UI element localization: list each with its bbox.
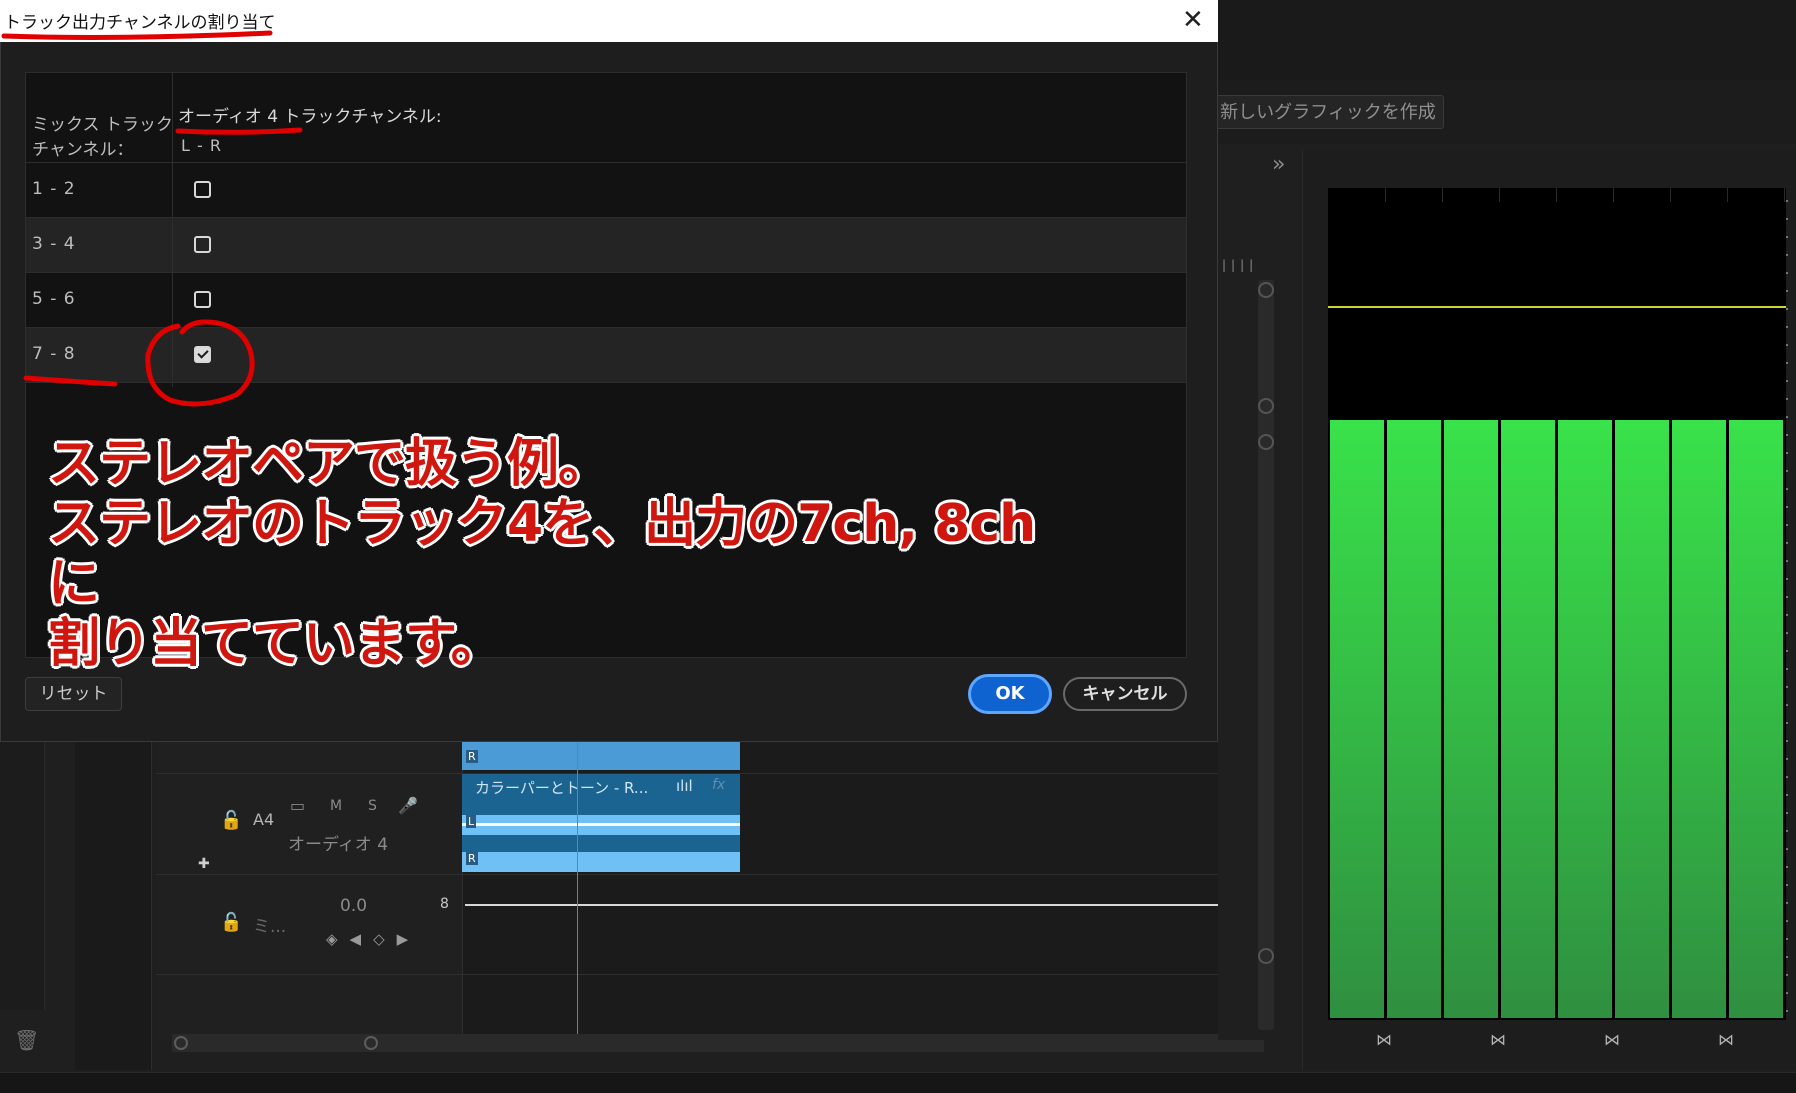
column-divider [172,73,173,387]
waveform-l-line [462,823,740,826]
timeline-scrollbar[interactable] [172,1034,1264,1052]
cancel-button[interactable]: キャンセル [1063,677,1187,711]
new-graphic-button[interactable]: 新しいグラフィックを作成 [1212,95,1444,129]
reset-button[interactable]: リセット [25,677,122,711]
table-row: 1 - 2 [26,163,1186,218]
waveform-icon: ılıl [676,777,693,795]
meter-bar-4 [1501,420,1555,1018]
lock-icon[interactable]: 🔓 [220,810,242,831]
meter-bar-8 [1729,420,1783,1018]
meter-divider [1670,188,1671,202]
meter-bar-7 [1672,420,1726,1018]
table-row: 7 - 8 [26,328,1186,383]
meter-bar-3 [1444,420,1498,1018]
mute-button[interactable]: M [330,798,342,814]
meter-bar-6 [1615,420,1669,1018]
channel-pair-label: 1 - 2 [32,179,76,199]
vertical-scrollbar[interactable] [1258,280,1274,1030]
lock-icon[interactable]: 🔓 [220,912,242,933]
meter-bar-5 [1558,420,1612,1018]
bowtie-icon[interactable]: ⋈ [1718,1030,1734,1049]
meter-bar-2 [1387,420,1441,1018]
meter-divider [1556,188,1557,202]
track-channel-header: オーディオ 4 トラックチャンネル: [178,107,442,127]
timeline-track-headers [156,740,462,1040]
status-strip [0,1072,1796,1093]
chevron-right-icon[interactable]: » [1272,152,1285,177]
track-divider [156,874,1260,875]
meter-divider [1499,188,1500,202]
channel-r-badge: R [466,750,478,763]
channel-checkbox[interactable] [194,236,211,253]
mic-icon[interactable]: 🎤 [398,796,418,815]
track-channel-pair: L - R [181,136,222,155]
scroll-handle-top[interactable] [1258,282,1274,298]
ok-button[interactable]: OK [968,674,1052,714]
top-panel [1218,0,1796,81]
dialog-title: トラック出力チャンネルの割り当て [4,13,276,33]
scroll-handle-bottom[interactable] [1258,948,1274,964]
channel-checkbox[interactable] [194,291,211,308]
solo-button[interactable]: S [368,798,377,814]
channel-checkbox[interactable] [194,346,211,363]
mix-track-channel-header: ミックス トラック チャンネル： [32,115,173,160]
waveform-r [462,852,740,872]
meter-divider [1442,188,1443,202]
meter-scale [1786,200,1788,1020]
table-row: 5 - 6 [26,273,1186,328]
meter-divider [1385,188,1386,202]
trash-icon[interactable]: 🗑 [14,1028,39,1052]
ruler-ticks: |||| [1222,258,1259,272]
clip-title: カラーパーとトーン - R... [475,779,649,797]
playhead[interactable] [577,740,578,1035]
scroll-handle-bottom[interactable] [1258,398,1274,414]
scroll-handle-left[interactable] [174,1036,188,1050]
track-name: オーディオ 4 [288,835,389,855]
channel-pair-label: 3 - 4 [32,234,76,254]
channel-pair-label: 7 - 8 [32,344,76,364]
annotation-note: ステレオペアで扱う例。 ステレオのトラック4を、出力の7ch, 8chに 割り当… [48,434,1036,674]
mix-channel-count: 8 [440,896,449,912]
meter-divider [1784,188,1785,202]
meter-divider [1727,188,1728,202]
vertical-panel [1218,144,1296,1040]
track-id-label: A4 [253,810,275,829]
track-divider [156,974,1260,975]
close-icon[interactable]: ✕ [1182,4,1204,36]
tool-panel [0,740,45,1010]
table-row: 3 - 4 [26,218,1186,273]
mix-volume-value[interactable]: 0.0 [340,896,367,916]
channel-r-badge: R [466,852,478,865]
keyframe-controls[interactable]: ◈◀◇▶ [326,930,420,948]
meter-peak-line [1328,306,1786,308]
channel-pair-label: 5 - 6 [32,289,76,309]
meter-divider [1613,188,1614,202]
audio-clip-above[interactable] [462,740,740,770]
bowtie-icon[interactable]: ⋈ [1604,1030,1620,1049]
channel-checkbox[interactable] [194,181,211,198]
project-panel-edge [75,740,152,1070]
bowtie-icon[interactable]: ⋈ [1376,1030,1392,1049]
camera-icon[interactable]: ▭ [290,796,305,815]
meter-bar-1 [1330,420,1384,1018]
plus-icon[interactable]: ✚ [198,856,210,872]
mix-volume-line[interactable] [465,904,1249,906]
scroll-handle-right[interactable] [364,1036,378,1050]
mix-track-name: ミ... [253,917,287,937]
channel-l-badge: L [466,815,477,828]
scroll-handle-top[interactable] [1258,434,1274,450]
bowtie-icon[interactable]: ⋈ [1490,1030,1506,1049]
fx-icon: fx [712,777,726,793]
